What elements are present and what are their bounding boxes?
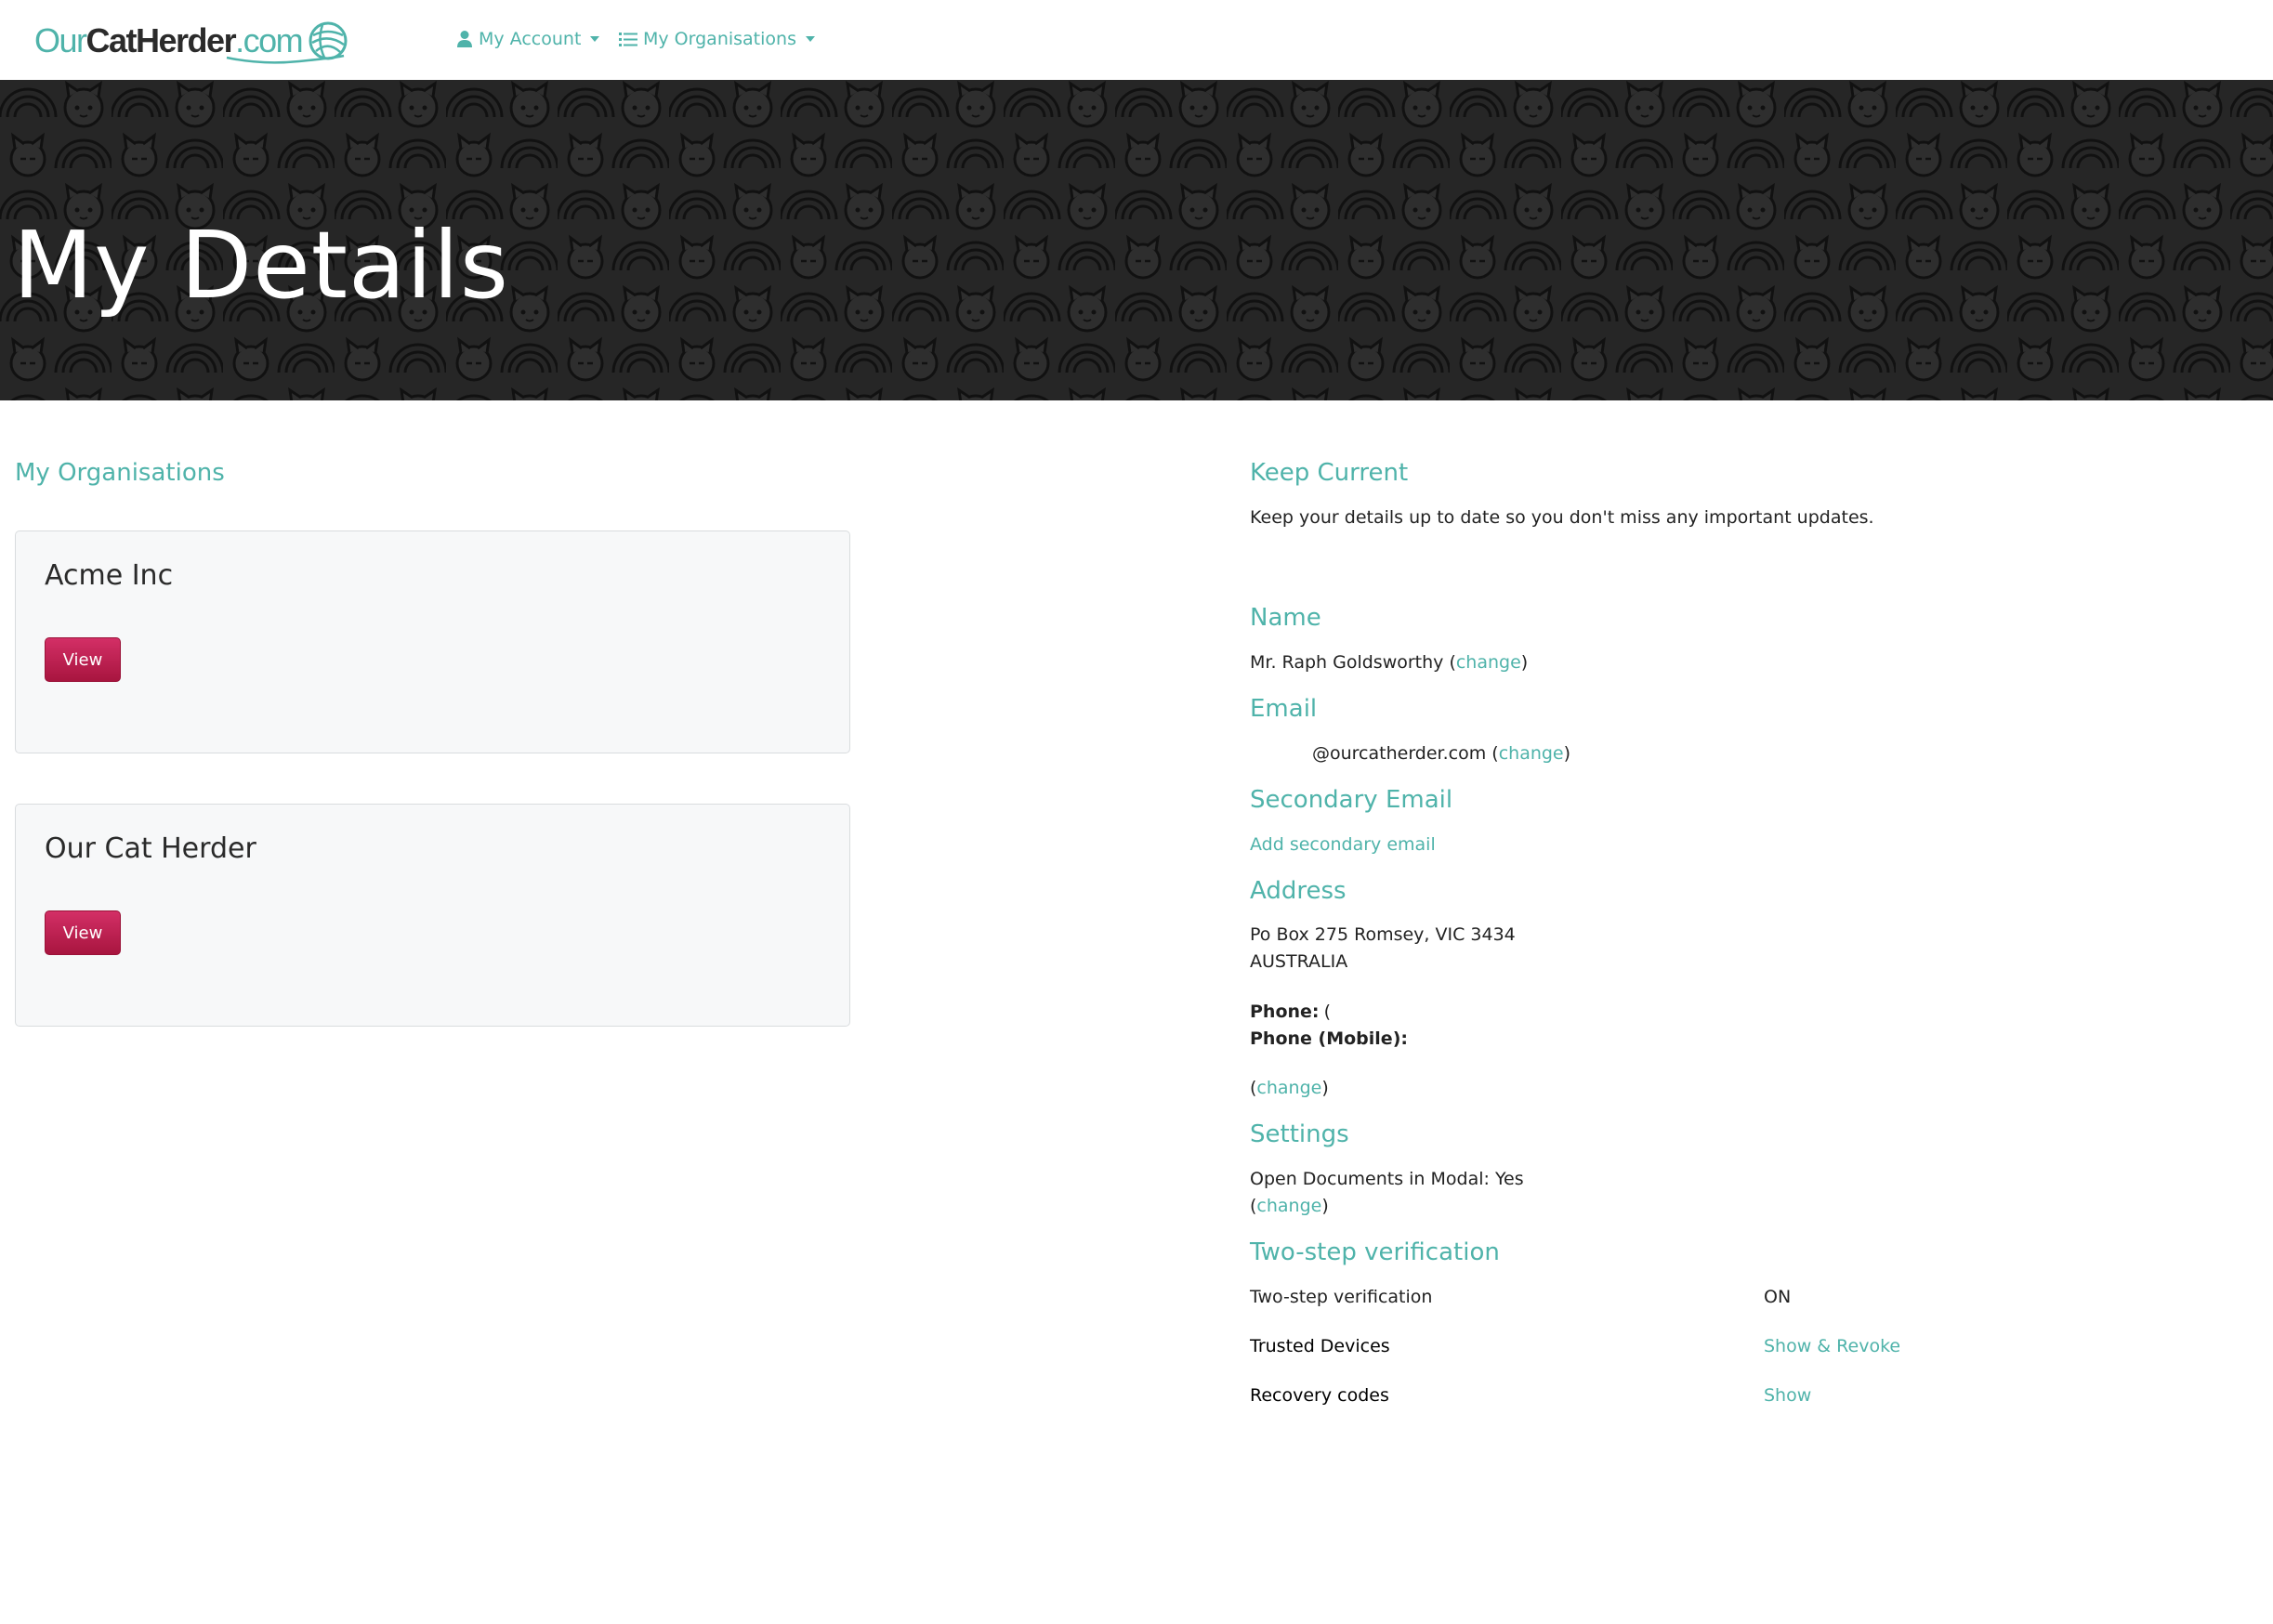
nav-my-account[interactable]: My Account <box>456 24 600 54</box>
keep-current-text: Keep your details up to date so you don'… <box>1250 507 1874 528</box>
address-line-2: AUSTRALIA <box>1250 951 1348 972</box>
address-line-1: Po Box 275 Romsey, VIC 3434 <box>1250 924 1516 945</box>
change-settings-link[interactable]: change <box>1256 1196 1321 1216</box>
two-step-row-label: Two-step verification <box>1250 1287 1433 1307</box>
organisation-card: Our Cat Herder View <box>15 804 850 1027</box>
page-title: My Details <box>13 211 509 320</box>
keep-current-heading: Keep Current <box>1250 459 1409 487</box>
view-organisation-button[interactable]: View <box>45 637 121 682</box>
trusted-devices-label: Trusted Devices <box>1250 1336 1390 1356</box>
address-heading: Address <box>1250 877 1347 905</box>
secondary-email-heading: Secondary Email <box>1250 786 1453 814</box>
nav-my-account-label: My Account <box>479 29 582 49</box>
nav-my-organisations[interactable]: My Organisations <box>619 24 815 54</box>
email-row: @ourcatherder.com (change) <box>1312 743 1571 764</box>
list-icon <box>619 33 637 46</box>
my-organisations-heading: My Organisations <box>15 459 225 487</box>
show-revoke-devices-link[interactable]: Show & Revoke <box>1764 1336 1900 1356</box>
logo-swoosh-icon <box>226 54 345 64</box>
chevron-down-icon <box>805 36 815 42</box>
view-organisation-button[interactable]: View <box>45 910 121 955</box>
recovery-codes-label: Recovery codes <box>1250 1385 1389 1406</box>
change-address-link[interactable]: change <box>1256 1078 1321 1098</box>
address-change-row: (change) <box>1250 1078 1329 1098</box>
site-logo[interactable]: OurCatHerder.com <box>34 15 348 67</box>
organisation-name: Acme Inc <box>45 559 174 592</box>
change-email-link[interactable]: change <box>1499 743 1564 764</box>
phone-label: Phone: <box>1250 1002 1320 1022</box>
name-row: Mr. Raph Goldsworthy (change) <box>1250 652 1529 673</box>
two-step-status: ON <box>1764 1287 1792 1307</box>
show-recovery-codes-link[interactable]: Show <box>1764 1385 1811 1406</box>
phone-value: ( <box>1323 1002 1332 1022</box>
two-step-heading: Two-step verification <box>1250 1238 1500 1266</box>
name-heading: Name <box>1250 604 1321 632</box>
open-documents-setting: Open Documents in Modal: Yes <box>1250 1169 1524 1189</box>
email-heading: Email <box>1250 695 1318 723</box>
organisation-card: Acme Inc View <box>15 530 850 753</box>
add-secondary-email-link[interactable]: Add secondary email <box>1250 834 1436 855</box>
email-value: @ourcatherder.com <box>1312 743 1487 764</box>
phone-row: Phone: ( <box>1250 1002 1331 1022</box>
nav-my-organisations-label: My Organisations <box>643 29 796 49</box>
top-navbar: OurCatHerder.com My Account My Organisat… <box>0 0 2273 80</box>
name-value: Mr. Raph Goldsworthy <box>1250 652 1444 673</box>
change-name-link[interactable]: change <box>1456 652 1521 673</box>
organisation-name: Our Cat Herder <box>45 832 256 865</box>
chevron-down-icon <box>590 36 600 42</box>
hero-banner: My Details <box>0 80 2273 400</box>
settings-heading: Settings <box>1250 1120 1349 1148</box>
user-icon <box>457 31 472 47</box>
phone-mobile-label: Phone (Mobile): <box>1250 1028 1408 1049</box>
settings-change-row: (change) <box>1250 1196 1329 1216</box>
